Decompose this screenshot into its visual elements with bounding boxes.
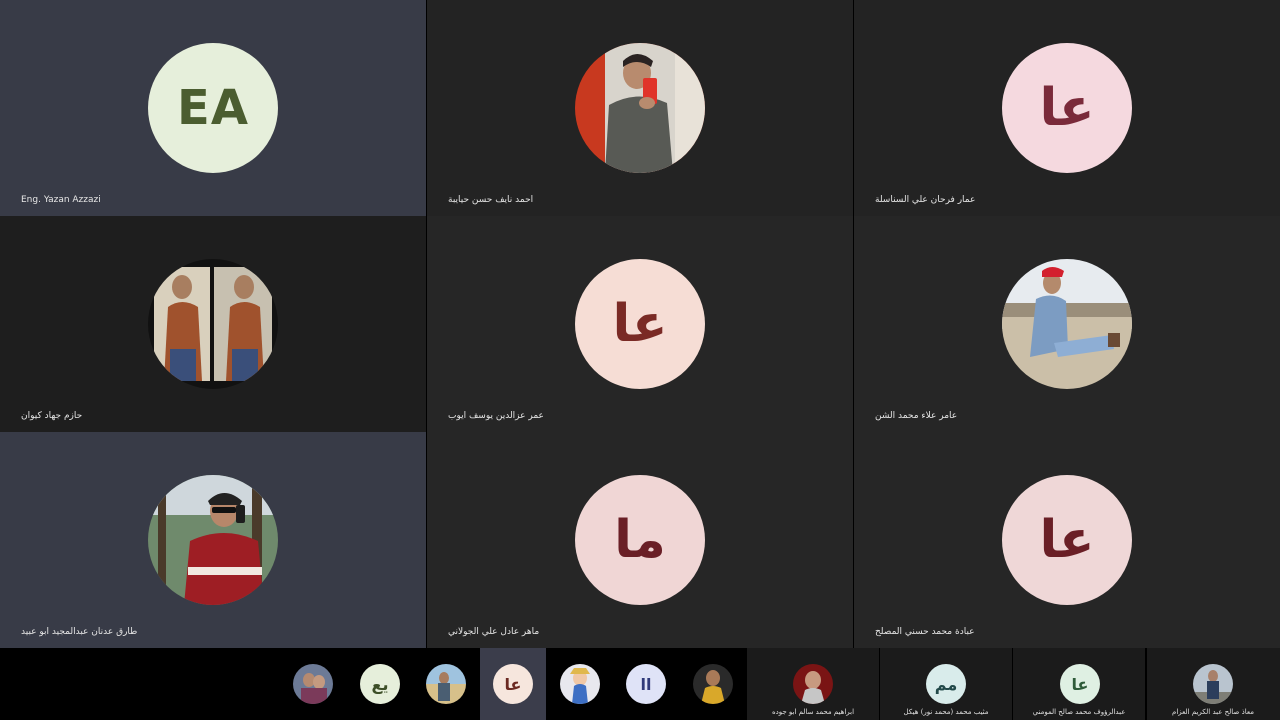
participant-name: طارق عدنان عبدالمجيد ابو عبيد [21, 627, 138, 637]
participant-avatar: عا [575, 259, 705, 389]
participant-tile[interactable]: عامر علاء محمد الشن [854, 216, 1280, 432]
participant-thumb[interactable]: يع [360, 664, 400, 704]
thumb-initials: عا [1071, 674, 1089, 694]
thumb-name: معاذ صالح عبد الكريم العزام [1172, 708, 1254, 716]
participant-grid: EA Eng. Yazan Azzazi احمد نايف حسن حيايب… [0, 0, 1280, 648]
thumb-initials: مم [934, 674, 958, 694]
participant-tile[interactable]: عا عمر عزالدين يوسف ايوب [427, 216, 853, 432]
participant-name: Eng. Yazan Azzazi [21, 195, 101, 205]
participant-tile[interactable]: طارق عدنان عبدالمجيد ابو عبيد [0, 432, 426, 648]
man-red-background-icon [575, 43, 705, 173]
avatar-initials: عا [1039, 78, 1095, 138]
two-men-collage-icon [148, 259, 278, 389]
participant-tile[interactable]: عا عمار فرحان علي السناسلة [854, 0, 1280, 216]
avatar-initials: عا [1039, 510, 1095, 570]
participant-name: ماهر عادل علي الجولاني [448, 627, 540, 637]
thumb-initials: عا [504, 674, 522, 694]
avatar-initials: ما [614, 510, 666, 570]
man-red-photo-icon[interactable] [793, 664, 833, 704]
participant-name: عبادة محمد حسني المصلح [875, 627, 975, 637]
participant-tile[interactable]: احمد نايف حسن حيايبة [427, 0, 853, 216]
participant-name: عمر عزالدين يوسف ايوب [448, 411, 544, 421]
participant-thumb[interactable]: مم [926, 664, 966, 704]
yellow-shirt-photo-icon[interactable] [693, 664, 733, 704]
man-sitting-outdoors-icon [1002, 259, 1132, 389]
participant-name: حازم جهاد كيوان [21, 411, 83, 421]
participant-tile[interactable]: ما ماهر عادل علي الجولاني [427, 432, 853, 648]
participant-name: احمد نايف حسن حيايبة [448, 195, 534, 205]
thumb-name: مثيب محمد (محمد نور) هيكل [903, 708, 989, 716]
participant-avatar: عا [1002, 43, 1132, 173]
participant-avatar: ما [575, 475, 705, 605]
participant-thumb[interactable]: اا [626, 664, 666, 704]
participant-tile[interactable]: عا عبادة محمد حسني المصلح [854, 432, 1280, 648]
thumb-name: عبدالرؤوف محمد صالح المومني [1032, 708, 1126, 716]
participant-name: عامر علاء محمد الشن [875, 411, 958, 421]
participant-thumb[interactable]: عا [493, 664, 533, 704]
avatar-initials: عا [612, 294, 668, 354]
thumb-initials: اا [640, 674, 652, 694]
participant-avatar: EA [148, 43, 278, 173]
participant-thumb[interactable]: عا [1060, 664, 1100, 704]
avatar-initials: EA [177, 80, 249, 136]
man-standing-photo-icon[interactable] [1193, 664, 1233, 704]
beach-photo-icon[interactable] [426, 664, 466, 704]
couple-photo-icon[interactable] [293, 664, 333, 704]
thumb-initials: يع [371, 674, 389, 694]
anime-photo-icon[interactable] [560, 664, 600, 704]
thumb-name: ابراهيم محمد سالم ابو جوده [771, 708, 855, 716]
participant-tile[interactable]: EA Eng. Yazan Azzazi [0, 0, 426, 216]
participant-name: عمار فرحان علي السناسلة [875, 195, 976, 205]
man-phone-red-sweater-icon [148, 475, 278, 605]
participant-avatar: عا [1002, 475, 1132, 605]
participant-tile[interactable]: حازم جهاد كيوان [0, 216, 426, 432]
